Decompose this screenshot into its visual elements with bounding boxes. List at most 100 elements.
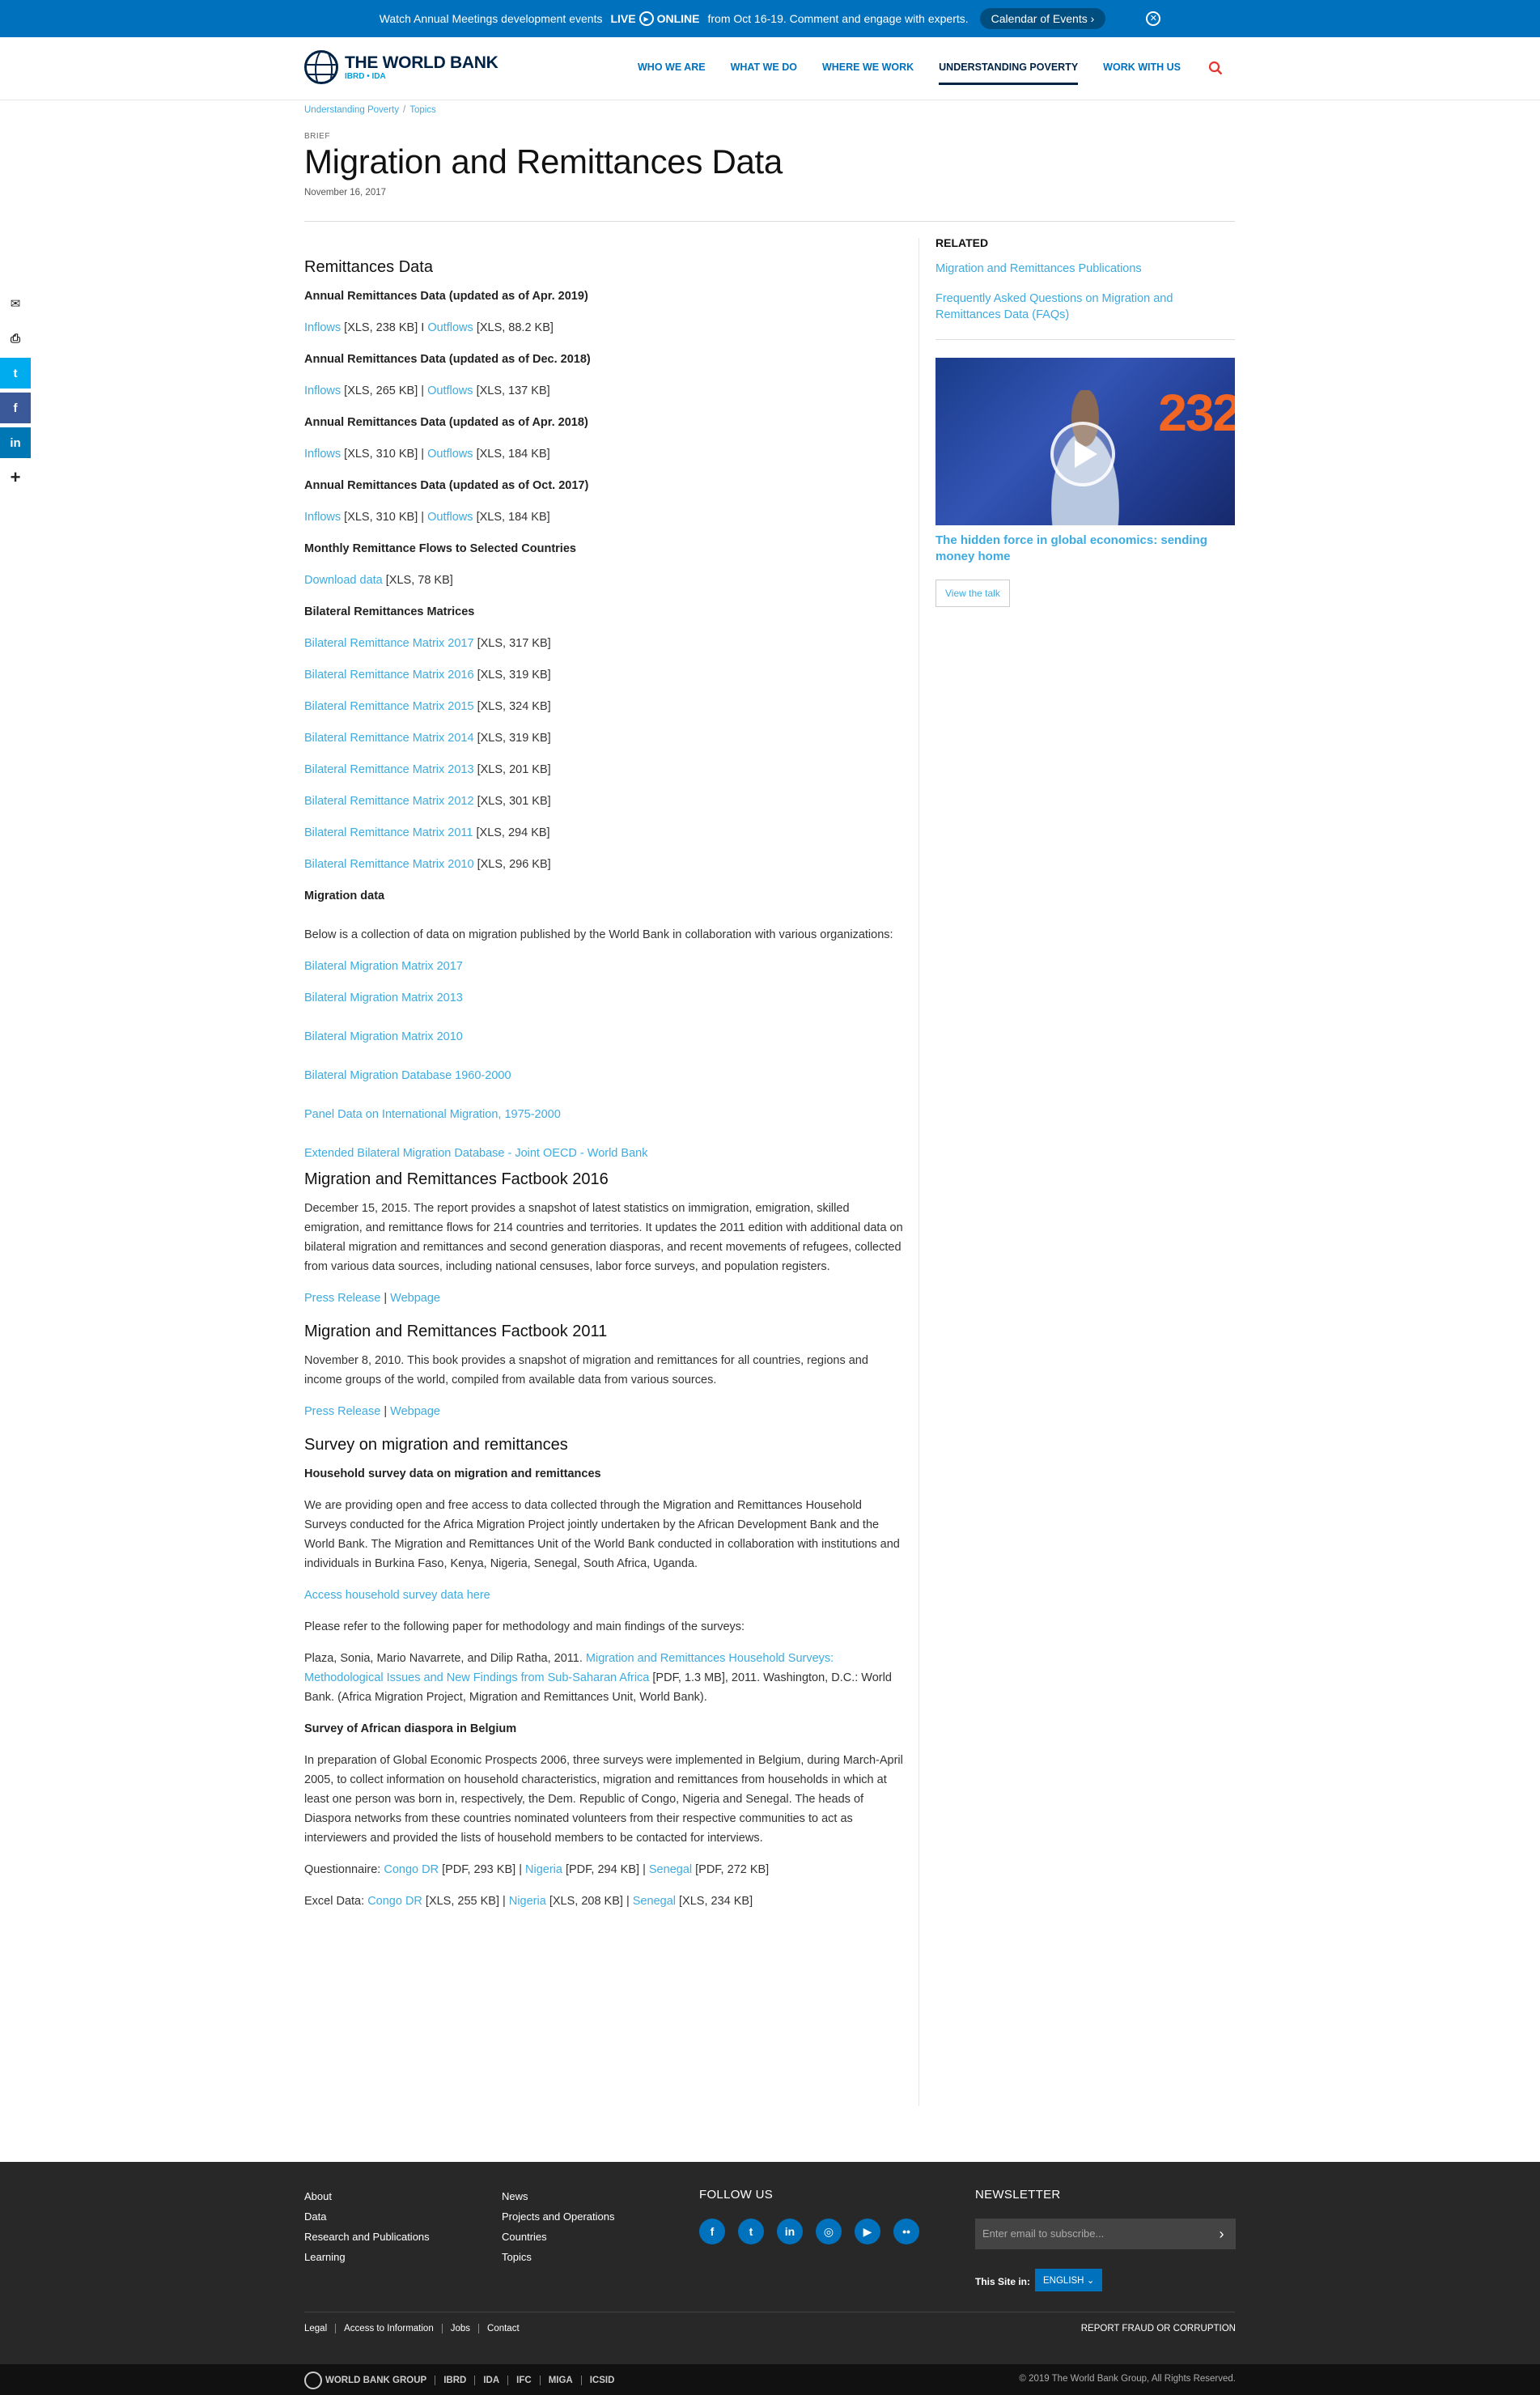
print-icon[interactable]: ⎙ [0,323,31,354]
footer-link-legal[interactable]: Legal [304,2324,335,2333]
footer-link-topics[interactable]: Topics [502,2247,614,2267]
youtube-icon[interactable]: ▶ [855,2219,880,2244]
ida-link[interactable]: IDA [474,2376,507,2385]
nav-work-with-us[interactable]: WORK WITH US [1103,62,1181,85]
matrix-item: Bilateral Remittance Matrix 2013 [XLS, 2… [304,763,551,776]
migration-link[interactable]: Bilateral Migration Matrix 2017 [304,960,463,973]
view-the-talk-button[interactable]: View the talk [935,580,1010,607]
webpage-link[interactable]: Webpage [390,1405,440,1418]
inflows-link[interactable]: Inflows [304,511,341,524]
breadcrumb-topics[interactable]: Topics [409,105,436,115]
language-select[interactable]: ENGLISH ⌄ [1035,2269,1103,2291]
migration-link[interactable]: Extended Bilateral Migration Database - … [304,1147,647,1160]
outflows-link[interactable]: Outflows [427,384,473,397]
excel-congo-link[interactable]: Congo DR [367,1895,422,1908]
nav-what-we-do[interactable]: WHAT WE DO [731,62,797,85]
related-link-publications[interactable]: Migration and Remittances Publications [935,261,1235,277]
footer-link-projects[interactable]: Projects and Operations [502,2206,614,2227]
annual-links: Inflows [XLS, 310 KB] | Outflows [XLS, 1… [304,511,550,524]
email-icon[interactable]: ✉ [0,288,31,319]
search-icon[interactable] [1208,61,1223,75]
instagram-icon[interactable]: ◎ [816,2219,842,2244]
facebook-icon[interactable]: f [0,393,31,423]
migration-link[interactable]: Bilateral Migration Matrix 2010 [304,1030,463,1043]
footer-link-data[interactable]: Data [304,2206,430,2227]
newsletter-email-input[interactable]: Enter email to subscribe... [975,2219,1236,2249]
facebook-icon[interactable]: f [699,2219,725,2244]
matrix-link[interactable]: Bilateral Remittance Matrix 2017 [304,637,474,650]
household-survey-text: We are providing open and free access to… [304,1499,900,1570]
matrix-link[interactable]: Bilateral Remittance Matrix 2014 [304,732,474,745]
nav-who-we-are[interactable]: WHO WE ARE [638,62,706,85]
outflows-link[interactable]: Outflows [427,321,473,334]
breadcrumb-understanding-poverty[interactable]: Understanding Poverty [304,105,399,115]
inflows-link[interactable]: Inflows [304,321,341,334]
social-icons: f t in ◎ ▶ •• [699,2219,919,2244]
matrix-link[interactable]: Bilateral Remittance Matrix 2013 [304,763,474,776]
flickr-icon[interactable]: •• [893,2219,919,2244]
footer-link-research[interactable]: Research and Publications [304,2227,430,2247]
chevron-right-icon[interactable]: › [1207,2219,1236,2249]
ibrd-link[interactable]: IBRD [435,2376,474,2385]
footer-link-jobs[interactable]: Jobs [441,2324,478,2333]
access-survey-data-link[interactable]: Access household survey data here [304,1589,490,1602]
world-bank-group-links: WORLD BANK GROUP IBRD IDA IFC MIGA ICSID [304,2372,622,2389]
content-type-label: BRIEF [304,132,330,141]
globe-icon [304,50,338,84]
press-release-link[interactable]: Press Release [304,1405,380,1418]
world-bank-logo[interactable]: THE WORLD BANK IBRD • IDA [304,50,498,84]
excel-nigeria-link[interactable]: Nigeria [509,1895,546,1908]
ifc-link[interactable]: IFC [507,2376,540,2385]
outflows-link[interactable]: Outflows [427,511,473,524]
matrix-item: Bilateral Remittance Matrix 2017 [XLS, 3… [304,637,551,650]
factbook-2016-text: December 15, 2015. The report provides a… [304,1202,903,1273]
questionnaire-nigeria-link[interactable]: Nigeria [525,1863,562,1876]
wbg-link[interactable]: WORLD BANK GROUP [325,2376,435,2385]
related-link-faqs[interactable]: Frequently Asked Questions on Migration … [935,291,1235,323]
twitter-icon[interactable]: t [738,2219,764,2244]
footer-link-access[interactable]: Access to Information [335,2324,442,2333]
inflows-link[interactable]: Inflows [304,384,341,397]
icsid-link[interactable]: ICSID [580,2376,623,2385]
close-icon[interactable]: ✕ [1146,11,1161,26]
migration-link[interactable]: Panel Data on International Migration, 1… [304,1108,561,1121]
section-heading-survey: Survey on migration and remittances [304,1436,568,1454]
nav-where-we-work[interactable]: WHERE WE WORK [822,62,914,85]
matrix-link[interactable]: Bilateral Remittance Matrix 2010 [304,858,474,871]
footer-link-contact[interactable]: Contact [478,2324,528,2333]
outflows-link[interactable]: Outflows [427,448,473,461]
refer-text: Please refer to the following paper for … [304,1620,745,1633]
matrix-item: Bilateral Remittance Matrix 2014 [XLS, 3… [304,732,551,745]
belgium-survey-text: In preparation of Global Economic Prospe… [304,1754,903,1845]
video-thumbnail[interactable]: 232 [935,358,1235,525]
press-release-link[interactable]: Press Release [304,1292,380,1305]
matrix-link[interactable]: Bilateral Remittance Matrix 2016 [304,669,474,682]
footer-link-news[interactable]: News [502,2186,614,2206]
matrix-link[interactable]: Bilateral Remittance Matrix 2015 [304,700,474,713]
matrix-link[interactable]: Bilateral Remittance Matrix 2012 [304,795,474,808]
linkedin-icon[interactable]: in [777,2219,803,2244]
video-title[interactable]: The hidden force in global economics: se… [935,533,1235,565]
migration-link[interactable]: Bilateral Migration Matrix 2013 [304,992,463,1004]
questionnaire-senegal-link[interactable]: Senegal [649,1863,692,1876]
migration-link[interactable]: Bilateral Migration Database 1960-2000 [304,1069,511,1082]
footer-link-about[interactable]: About [304,2186,430,2206]
inflows-link[interactable]: Inflows [304,448,341,461]
footer-link-countries[interactable]: Countries [502,2227,614,2247]
questionnaire-congo-link[interactable]: Congo DR [384,1863,439,1876]
excel-senegal-link[interactable]: Senegal [633,1895,676,1908]
banner-text-after: from Oct 16-19. Comment and engage with … [707,12,969,25]
plus-icon[interactable]: + [0,462,31,493]
play-icon[interactable] [1050,422,1115,486]
report-fraud-link[interactable]: REPORT FRAUD OR CORRUPTION [1081,2324,1236,2333]
matrix-item: Bilateral Remittance Matrix 2011 [XLS, 2… [304,826,550,839]
nav-understanding-poverty[interactable]: UNDERSTANDING POVERTY [939,62,1079,85]
miga-link[interactable]: MIGA [539,2376,581,2385]
calendar-of-events-button[interactable]: Calendar of Events › [979,8,1106,29]
linkedin-icon[interactable]: in [0,427,31,458]
webpage-link[interactable]: Webpage [390,1292,440,1305]
download-data-link[interactable]: Download data [304,574,383,587]
matrix-link[interactable]: Bilateral Remittance Matrix 2011 [304,826,473,839]
footer-link-learning[interactable]: Learning [304,2247,430,2267]
twitter-icon[interactable]: t [0,358,31,389]
